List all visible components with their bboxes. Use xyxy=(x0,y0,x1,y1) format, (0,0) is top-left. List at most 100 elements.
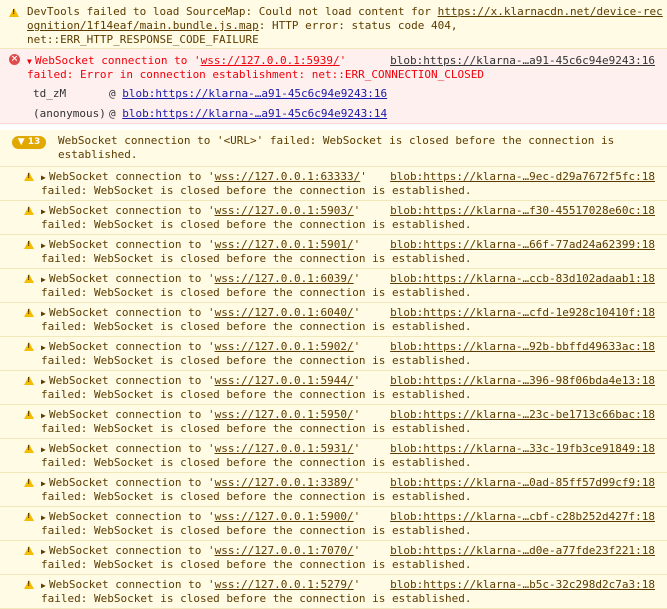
websocket-url-link[interactable]: wss://127.0.0.1:5944/ xyxy=(215,374,354,387)
websocket-warning-list: ▶WebSocket connection to 'wss://127.0.0.… xyxy=(0,167,667,609)
warning-text-line2: failed: WebSocket is closed before the c… xyxy=(41,456,472,469)
warning-text: WebSocket connection to ' xyxy=(49,442,215,455)
warning-text: DevTools failed to load SourceMap: Could… xyxy=(27,5,438,18)
warning-icon xyxy=(24,478,34,487)
warning-text: WebSocket connection to ' xyxy=(49,510,215,523)
warning-source-link[interactable]: blob:https://klarna-…9ec-d29a7672f5fc:18 xyxy=(390,170,655,184)
expand-triangle-icon[interactable]: ▶ xyxy=(41,511,49,525)
expand-triangle-icon[interactable]: ▶ xyxy=(41,409,49,423)
warning-icon xyxy=(24,410,34,419)
expand-triangle-icon[interactable]: ▼ xyxy=(27,55,35,69)
warning-icon xyxy=(24,376,34,385)
warning-source-link[interactable]: blob:https://klarna-…23c-be1713c66bac:18 xyxy=(390,408,655,422)
websocket-url-link[interactable]: wss://127.0.0.1:63333/ xyxy=(215,170,361,183)
warning-text: net::ERR_HTTP_RESPONSE_CODE_FAILURE xyxy=(27,33,259,46)
warning-text: : HTTP error: status code 404, xyxy=(258,19,458,32)
devtools-console: DevTools failed to load SourceMap: Could… xyxy=(0,0,667,609)
websocket-warning: ▶WebSocket connection to 'wss://127.0.0.… xyxy=(0,439,667,473)
websocket-warning: ▶WebSocket connection to 'wss://127.0.0.… xyxy=(0,541,667,575)
expand-triangle-icon[interactable]: ▶ xyxy=(41,579,49,593)
websocket-warning: ▶WebSocket connection to 'wss://127.0.0.… xyxy=(0,405,667,439)
websocket-warning: ▶WebSocket connection to 'wss://127.0.0.… xyxy=(0,371,667,405)
stack-link[interactable]: blob:https://klarna-…a91-45c6c94e9243:16 xyxy=(122,87,387,100)
error-icon: × xyxy=(9,54,20,65)
websocket-url-link[interactable]: wss://127.0.0.1:5939/ xyxy=(201,54,340,67)
websocket-warning: ▶WebSocket connection to 'wss://127.0.0.… xyxy=(0,235,667,269)
expand-triangle-icon[interactable]: ▶ xyxy=(41,273,49,287)
websocket-url-link[interactable]: wss://127.0.0.1:5950/ xyxy=(215,408,354,421)
warning-source-link[interactable]: blob:https://klarna-…33c-19fb3ce91849:18 xyxy=(390,442,655,456)
stack-function: td_zM xyxy=(33,87,67,100)
warning-text: WebSocket connection to ' xyxy=(49,170,215,183)
warning-text-line2: failed: WebSocket is closed before the c… xyxy=(41,218,472,231)
websocket-warning: ▶WebSocket connection to 'wss://127.0.0.… xyxy=(0,167,667,201)
stack-function: (anonymous) xyxy=(33,107,106,120)
websocket-url-link[interactable]: wss://127.0.0.1:5902/ xyxy=(215,340,354,353)
expand-triangle-icon[interactable]: ▶ xyxy=(41,307,49,321)
websocket-url-link[interactable]: wss://127.0.0.1:5903/ xyxy=(215,204,354,217)
expand-triangle-icon[interactable]: ▶ xyxy=(41,205,49,219)
stack-frame: td_zM xyxy=(33,87,66,101)
warning-source-link[interactable]: blob:https://klarna-…66f-77ad24a62399:18 xyxy=(390,238,655,252)
warning-text: WebSocket connection to ' xyxy=(49,306,215,319)
group-count-badge[interactable]: ▼ 13 xyxy=(12,136,46,149)
websocket-warning: ▶WebSocket connection to 'wss://127.0.0.… xyxy=(0,269,667,303)
expand-triangle-icon[interactable]: ▶ xyxy=(41,171,49,185)
warning-source-link[interactable]: blob:https://klarna-…cfd-1e928c10410f:18 xyxy=(390,306,655,320)
warning-icon xyxy=(24,546,34,555)
websocket-warning: ▶WebSocket connection to 'wss://127.0.0.… xyxy=(0,337,667,371)
warning-text-line2: failed: WebSocket is closed before the c… xyxy=(41,320,472,333)
error-source-link[interactable]: blob:https://klarna-…a91-45c6c94e9243:16 xyxy=(390,54,655,68)
warning-icon xyxy=(9,8,19,17)
websocket-url-link[interactable]: wss://127.0.0.1:6040/ xyxy=(215,306,354,319)
websocket-url-link[interactable]: wss://127.0.0.1:5900/ xyxy=(215,510,354,523)
stack-link[interactable]: blob:https://klarna-…a91-45c6c94e9243:14 xyxy=(122,107,387,120)
warning-text-line2: failed: WebSocket is closed before the c… xyxy=(41,558,472,571)
websocket-warning: ▶WebSocket connection to 'wss://127.0.0.… xyxy=(0,575,667,609)
websocket-warning: ▶WebSocket connection to 'wss://127.0.0.… xyxy=(0,201,667,235)
websocket-url-link[interactable]: wss://127.0.0.1:5901/ xyxy=(215,238,354,251)
warning-source-link[interactable]: blob:https://klarna-…d0e-a77fde23f221:18 xyxy=(390,544,655,558)
websocket-url-link[interactable]: wss://127.0.0.1:5279/ xyxy=(215,578,354,591)
warning-group-header[interactable]: ▼ 13 WebSocket connection to '<URL>' fai… xyxy=(0,130,667,167)
warning-icon xyxy=(24,240,34,249)
warning-text-line2: failed: WebSocket is closed before the c… xyxy=(41,286,472,299)
sourcemap-url-link[interactable]: https://x.klarnacdn.net/device-rec xyxy=(438,5,663,18)
warning-icon xyxy=(24,172,34,181)
warning-text-line2: failed: WebSocket is closed before the c… xyxy=(41,592,472,605)
warning-text: WebSocket connection to ' xyxy=(49,408,215,421)
websocket-url-link[interactable]: wss://127.0.0.1:5931/ xyxy=(215,442,354,455)
sourcemap-warning: DevTools failed to load SourceMap: Could… xyxy=(0,0,667,49)
warning-source-link[interactable]: blob:https://klarna-…ccb-83d102adaab1:18 xyxy=(390,272,655,286)
expand-triangle-icon[interactable]: ▶ xyxy=(41,443,49,457)
warning-source-link[interactable]: blob:https://klarna-…b5c-32c298d2c7a3:18 xyxy=(390,578,655,592)
expand-triangle-icon[interactable]: ▶ xyxy=(41,477,49,491)
warning-text: WebSocket connection to ' xyxy=(49,374,215,387)
expand-triangle-icon[interactable]: ▶ xyxy=(41,375,49,389)
error-text: WebSocket connection to ' xyxy=(35,54,201,67)
warning-source-link[interactable]: blob:https://klarna-…396-98f06bda4e13:18 xyxy=(390,374,655,388)
warning-text: WebSocket connection to ' xyxy=(49,204,215,217)
warning-source-link[interactable]: blob:https://klarna-…f30-45517028e60c:18 xyxy=(390,204,655,218)
warning-source-link[interactable]: blob:https://klarna-…cbf-c28b252d427f:18 xyxy=(390,510,655,524)
warning-text: WebSocket connection to ' xyxy=(49,578,215,591)
websocket-url-link[interactable]: wss://127.0.0.1:7070/ xyxy=(215,544,354,557)
websocket-url-link[interactable]: wss://127.0.0.1:6039/ xyxy=(215,272,354,285)
expand-triangle-icon[interactable]: ▶ xyxy=(41,341,49,355)
websocket-url-link[interactable]: wss://127.0.0.1:3389/ xyxy=(215,476,354,489)
warning-text: WebSocket connection to ' xyxy=(49,238,215,251)
expand-triangle-icon[interactable]: ▶ xyxy=(41,239,49,253)
stack-frame: (anonymous) xyxy=(33,107,106,121)
warning-source-link[interactable]: blob:https://klarna-…92b-bbffd49633ac:18 xyxy=(390,340,655,354)
warning-source-link[interactable]: blob:https://klarna-…0ad-85ff57d99cf9:18 xyxy=(390,476,655,490)
warning-text-line2: failed: WebSocket is closed before the c… xyxy=(41,184,472,197)
warning-icon xyxy=(24,206,34,215)
warning-text-line2: failed: WebSocket is closed before the c… xyxy=(41,388,472,401)
error-text-line2: failed: Error in connection establishmen… xyxy=(27,68,484,81)
sourcemap-url-link-cont[interactable]: ognition/1f14eaf/main.bundle.js.map xyxy=(27,19,259,32)
websocket-warning: ▶WebSocket connection to 'wss://127.0.0.… xyxy=(0,473,667,507)
warning-icon xyxy=(24,512,34,521)
expand-triangle-icon[interactable]: ▶ xyxy=(41,545,49,559)
warning-text: WebSocket connection to ' xyxy=(49,272,215,285)
group-text: WebSocket connection to '<URL>' failed: … xyxy=(58,134,615,147)
